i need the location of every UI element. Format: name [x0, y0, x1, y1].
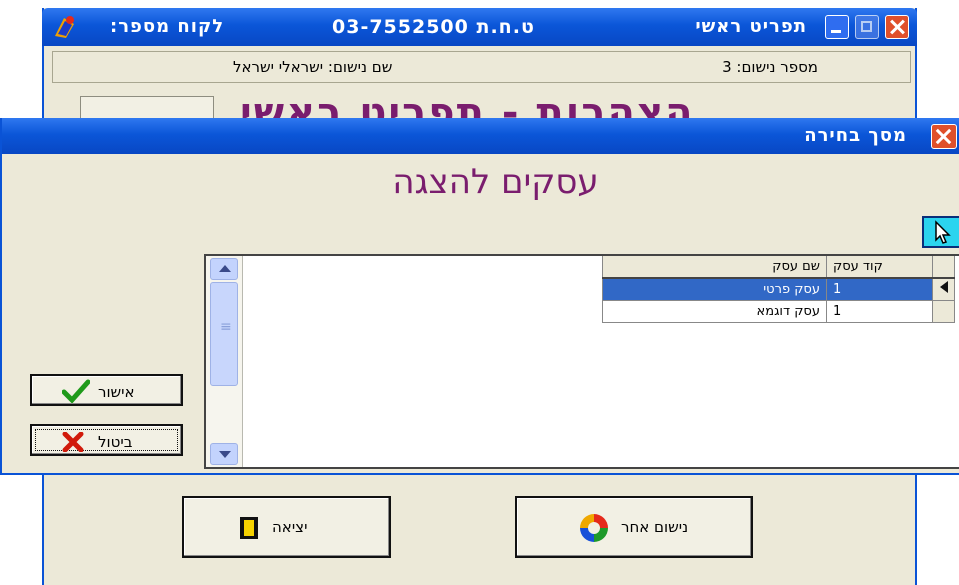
row-pointer-icon: [939, 281, 948, 294]
table-row[interactable]: 1 עסק פרטי: [602, 277, 955, 301]
cell-name[interactable]: עסק פרטי: [602, 277, 827, 301]
row-indicator-header: [932, 256, 955, 279]
dialog-title: מסך בחירה: [804, 125, 907, 146]
ok-button[interactable]: אישור: [30, 374, 183, 406]
business-grid[interactable]: קוד עסק שם עסק 1 עסק פרטי 1 עסק דוגמא: [204, 254, 959, 469]
column-header-code[interactable]: קוד עסק: [826, 256, 933, 279]
row-indicator: [932, 277, 955, 301]
minimize-button[interactable]: [825, 15, 849, 39]
main-heading: הצהרות - תפריט ראשי: [240, 92, 695, 120]
cancel-button-label: ביטול: [98, 433, 133, 451]
exit-button[interactable]: יציאה: [182, 496, 391, 558]
scroll-thumb[interactable]: [210, 282, 238, 386]
customer-number-label: לקוח מספר:: [110, 16, 225, 37]
exit-door-icon: [240, 517, 258, 539]
other-taxpayer-label: נישום אחר: [621, 518, 689, 536]
checkmark-icon: [62, 379, 90, 403]
business-table: קוד עסק שם עסק 1 עסק פרטי 1 עסק דוגמא: [602, 256, 955, 323]
ok-button-label: אישור: [98, 383, 135, 401]
table-header-row: קוד עסק שם עסק: [602, 256, 955, 279]
cursor-arrow-icon: [935, 220, 951, 244]
exit-button-label: יציאה: [272, 518, 308, 536]
taxpayer-number: מספר נישום: 3: [722, 58, 818, 76]
selection-dialog: מסך בחירה עסקים להצגה קוד עסק שם עסק: [0, 118, 959, 475]
app-icon: [52, 14, 78, 40]
other-taxpayer-button[interactable]: נישום אחר: [515, 496, 753, 558]
dialog-heading: עסקים להצגה: [392, 162, 599, 202]
row-indicator: [932, 299, 955, 323]
column-header-name[interactable]: שם עסק: [602, 256, 827, 279]
grid-vertical-scrollbar[interactable]: [206, 256, 243, 467]
main-window-title: תפריט ראשי: [695, 16, 807, 37]
scroll-down-button[interactable]: [210, 443, 238, 465]
cell-name[interactable]: עסק דוגמא: [602, 299, 827, 323]
taxpayer-info-bar: שם נישום: ישראלי ישראל מספר נישום: 3: [52, 51, 911, 83]
main-close-button[interactable]: [885, 15, 909, 39]
taxpayer-name: שם נישום: ישראלי ישראל: [233, 58, 393, 76]
cancel-button[interactable]: ביטול: [30, 424, 183, 456]
dialog-titlebar[interactable]: מסך בחירה: [2, 118, 959, 154]
chevron-down-icon: [219, 451, 231, 458]
refresh-icon: [580, 514, 608, 542]
main-window-titlebar[interactable]: לקוח מספר: ט.ח.ת 03-7552500 תפריט ראשי: [42, 8, 917, 46]
select-pointer-button[interactable]: [922, 216, 959, 248]
maximize-button[interactable]: [855, 15, 879, 39]
table-row[interactable]: 1 עסק דוגמא: [602, 299, 955, 323]
scroll-up-button[interactable]: [210, 258, 238, 280]
main-heading-clip: הצהרות - תפריט ראשי: [240, 92, 860, 120]
chevron-up-icon: [219, 265, 231, 272]
cancel-x-icon: [62, 432, 84, 452]
dialog-close-button[interactable]: [931, 124, 957, 149]
cell-code[interactable]: 1: [826, 277, 933, 301]
phone-number: ט.ח.ת 03-7552500: [332, 16, 535, 38]
cell-code[interactable]: 1: [826, 299, 933, 323]
